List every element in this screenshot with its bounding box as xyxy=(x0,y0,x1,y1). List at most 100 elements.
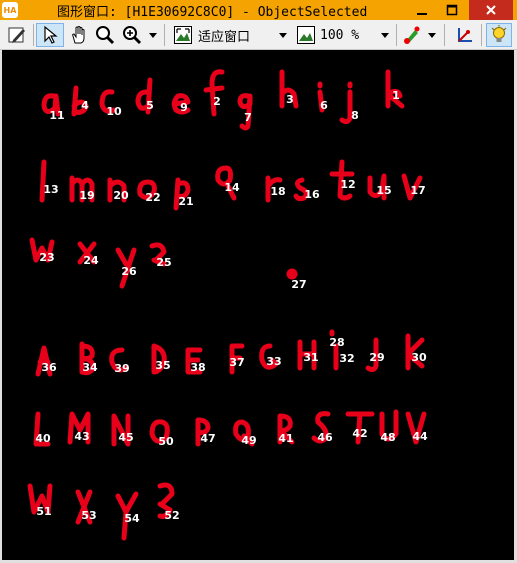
region-label: 10 xyxy=(106,105,122,118)
region-label: 50 xyxy=(158,435,174,448)
region-label: 46 xyxy=(317,431,333,444)
region-label: 16 xyxy=(304,188,320,201)
zoom-percent-button[interactable] xyxy=(295,23,317,47)
magnifier-icon xyxy=(96,26,115,45)
region-label: 5 xyxy=(146,99,154,112)
region-label: 48 xyxy=(380,431,395,444)
region-label: 47 xyxy=(200,432,215,445)
region-label: 15 xyxy=(376,184,391,197)
zoom-in-icon xyxy=(123,26,142,45)
region-label: 53 xyxy=(81,509,96,522)
region-label: 42 xyxy=(352,427,367,440)
region-label: 17 xyxy=(410,184,425,197)
character-drawing: 114 10 5 9 273 68113 19 20 22 2114 18 1612 15 1723 242… xyxy=(27,69,428,541)
region-label: 34 xyxy=(82,361,98,374)
region-label: 38 xyxy=(190,361,205,374)
fit-window-button[interactable] xyxy=(171,23,195,47)
region-label: 22 xyxy=(145,191,160,204)
edit-icon xyxy=(8,27,25,43)
title-bar: HA 图形窗口: [H1E30692C8C0] - ObjectSelected xyxy=(0,0,517,20)
fit-option-dropdown-arrow[interactable] xyxy=(276,23,290,47)
bulb-icon xyxy=(491,25,507,42)
region-label: 2 xyxy=(213,95,221,108)
region-label: 24 xyxy=(83,254,99,267)
zoom-icon xyxy=(297,26,315,44)
hand-tool-button[interactable] xyxy=(66,23,92,47)
window-title: 图形窗口: [H1E30692C8C0] - ObjectSelected xyxy=(57,5,368,20)
zoom-in-button[interactable] xyxy=(119,23,145,47)
edit-button[interactable] xyxy=(4,23,30,47)
region-label: 8 xyxy=(351,109,359,122)
region-label: 39 xyxy=(114,362,129,375)
color-button[interactable] xyxy=(400,23,424,47)
zoom-dropdown-arrow[interactable] xyxy=(146,23,160,47)
region-label: 1 xyxy=(392,89,400,102)
region-label: 54 xyxy=(124,512,140,525)
maximize-icon xyxy=(446,4,458,16)
region-label: 25 xyxy=(156,256,171,269)
region-label: 6 xyxy=(320,99,328,112)
minimize-icon xyxy=(417,13,427,15)
chevron-down-icon xyxy=(279,33,287,38)
region-label: 33 xyxy=(266,355,281,368)
region-label: 29 xyxy=(369,351,384,364)
region-label: 11 xyxy=(49,109,64,122)
chevron-down-icon xyxy=(428,33,436,38)
region-labels: 114 10 5 9 273 68113 19 20 22 2114 18 1612 15 1723 242… xyxy=(35,89,428,525)
handwritten-characters xyxy=(27,69,427,541)
graphics-canvas[interactable]: 11 4 10 5 9 2 7 3 6 8 1 13 19 20 22 21 14 18 16 12 15 17 23 24 2… xyxy=(2,50,514,560)
region-label: 31 xyxy=(303,351,318,364)
region-label: 44 xyxy=(412,430,428,443)
region-label: 41 xyxy=(278,432,293,445)
color-icon xyxy=(404,26,420,44)
region-label: 12 xyxy=(340,178,355,191)
region-label: 3 xyxy=(286,93,294,106)
close-icon xyxy=(486,5,496,15)
region-label: 36 xyxy=(41,361,57,374)
region-label: 21 xyxy=(178,195,193,208)
zoom-percent-value: 100 % xyxy=(320,27,360,43)
hand-icon xyxy=(72,26,85,44)
region-label: 51 xyxy=(36,505,51,518)
maximize-button[interactable] xyxy=(437,0,467,20)
region-label: 18 xyxy=(270,185,285,198)
pointer-icon xyxy=(44,25,58,44)
region-label: 32 xyxy=(339,352,354,365)
region-label: 28 xyxy=(329,336,344,349)
region-label: 26 xyxy=(121,265,137,278)
chevron-down-icon xyxy=(149,33,157,38)
region-label: 52 xyxy=(164,509,179,522)
region-label: 30 xyxy=(411,351,427,364)
minimize-button[interactable] xyxy=(407,0,437,20)
region-label: 20 xyxy=(113,189,129,202)
toolbar: 适应窗口 100 % xyxy=(0,20,517,50)
region-label: 7 xyxy=(244,111,252,124)
region-label: 13 xyxy=(43,183,58,196)
magnifier-button[interactable] xyxy=(93,23,117,47)
region-label: 40 xyxy=(35,432,51,445)
region-label: 45 xyxy=(118,431,133,444)
fit-option-select[interactable]: 适应窗口 xyxy=(198,23,278,47)
region-label: 14 xyxy=(224,181,240,194)
zoom-percent-dropdown-arrow[interactable] xyxy=(378,23,392,47)
region-label: 23 xyxy=(39,251,54,264)
region-label: 4 xyxy=(81,99,89,112)
color-dropdown-arrow[interactable] xyxy=(425,23,439,47)
fit-option-value: 适应窗口 xyxy=(198,29,251,45)
region-label: 37 xyxy=(229,356,244,369)
fit-window-icon xyxy=(174,26,192,44)
axis-button[interactable] xyxy=(451,23,477,47)
region-label: 35 xyxy=(155,359,170,372)
pointer-tool-button[interactable] xyxy=(36,23,64,47)
region-label: 27 xyxy=(291,278,306,291)
window-controls xyxy=(407,0,513,20)
close-button[interactable] xyxy=(469,0,513,20)
bulb-button[interactable] xyxy=(486,23,512,47)
region-label: 19 xyxy=(79,189,94,202)
region-label: 49 xyxy=(241,434,256,447)
region-label: 43 xyxy=(74,430,89,443)
chevron-down-icon xyxy=(381,33,389,38)
axis-icon xyxy=(458,28,472,42)
region-label: 9 xyxy=(180,101,188,114)
halcon-app-icon: HA xyxy=(2,2,18,18)
